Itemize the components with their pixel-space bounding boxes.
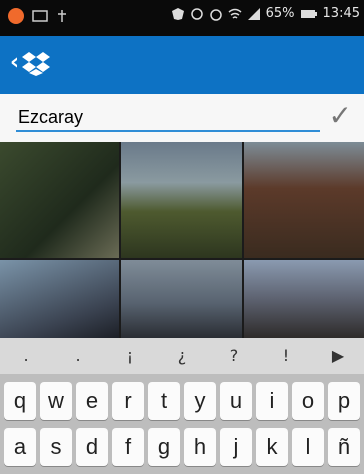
folder-name-input[interactable] [16, 104, 320, 132]
key-w[interactable]: w [40, 382, 72, 420]
key-question[interactable]: ? [208, 338, 260, 374]
symbol-row: . . ¡ ¿ ? ! ▶ [0, 338, 364, 374]
key-period-1[interactable]: . [0, 338, 52, 374]
key-u[interactable]: u [220, 382, 252, 420]
key-h[interactable]: h [184, 428, 216, 466]
key-e[interactable]: e [76, 382, 108, 420]
mute-icon [190, 7, 203, 20]
battery-icon [300, 9, 317, 18]
key-arrow-right-icon[interactable]: ▶ [312, 338, 364, 374]
photo-tile[interactable] [244, 142, 364, 258]
key-t[interactable]: t [148, 382, 180, 420]
key-o[interactable]: o [292, 382, 324, 420]
shield-icon [171, 7, 184, 20]
key-n-tilde[interactable]: ñ [328, 428, 360, 466]
key-q[interactable]: q [4, 382, 36, 420]
back-chevron-icon[interactable]: ‹ [10, 50, 19, 75]
key-inverted-question[interactable]: ¿ [156, 338, 208, 374]
usb-icon [58, 10, 66, 22]
keyboard-row-1: q w e r t y u i o p [4, 382, 360, 420]
signal-icon [247, 7, 260, 20]
dropbox-logo-icon[interactable] [22, 52, 50, 76]
status-left-icons [8, 8, 68, 24]
alarm-icon [209, 8, 222, 21]
keyboard: . . ¡ ¿ ? ! ▶ q w e r t y u i o p a s d … [0, 338, 364, 474]
status-bar: 65% 13:45 [0, 0, 364, 36]
key-y[interactable]: y [184, 382, 216, 420]
rename-bar: ✓ [0, 94, 364, 143]
key-f[interactable]: f [112, 428, 144, 466]
key-a[interactable]: a [4, 428, 36, 466]
key-i[interactable]: i [256, 382, 288, 420]
key-g[interactable]: g [148, 428, 180, 466]
key-d[interactable]: d [76, 428, 108, 466]
key-j[interactable]: j [220, 428, 252, 466]
battery-percent: 65% [265, 6, 295, 21]
key-l[interactable]: l [292, 428, 324, 466]
photo-grid [0, 142, 364, 338]
key-r[interactable]: r [112, 382, 144, 420]
key-k[interactable]: k [256, 428, 288, 466]
photo-tile[interactable] [0, 260, 119, 338]
key-period-2[interactable]: . [52, 338, 104, 374]
keyboard-row-2: a s d f g h j k l ñ [4, 428, 360, 466]
message-icon [32, 10, 48, 22]
checkmark-icon[interactable]: ✓ [329, 102, 352, 130]
photo-tile[interactable] [244, 260, 364, 338]
key-s[interactable]: s [40, 428, 72, 466]
key-exclaim[interactable]: ! [260, 338, 312, 374]
notification-icon [8, 8, 24, 24]
wifi-icon [228, 8, 242, 19]
key-p[interactable]: p [328, 382, 360, 420]
clock: 13:45 [322, 6, 360, 21]
photo-tile[interactable] [121, 142, 242, 258]
top-app-bar: ‹ [0, 36, 364, 94]
status-right: 65% 13:45 [171, 6, 360, 21]
photo-tile[interactable] [0, 142, 119, 258]
photo-tile[interactable] [121, 260, 242, 338]
key-inverted-exclaim[interactable]: ¡ [104, 338, 156, 374]
